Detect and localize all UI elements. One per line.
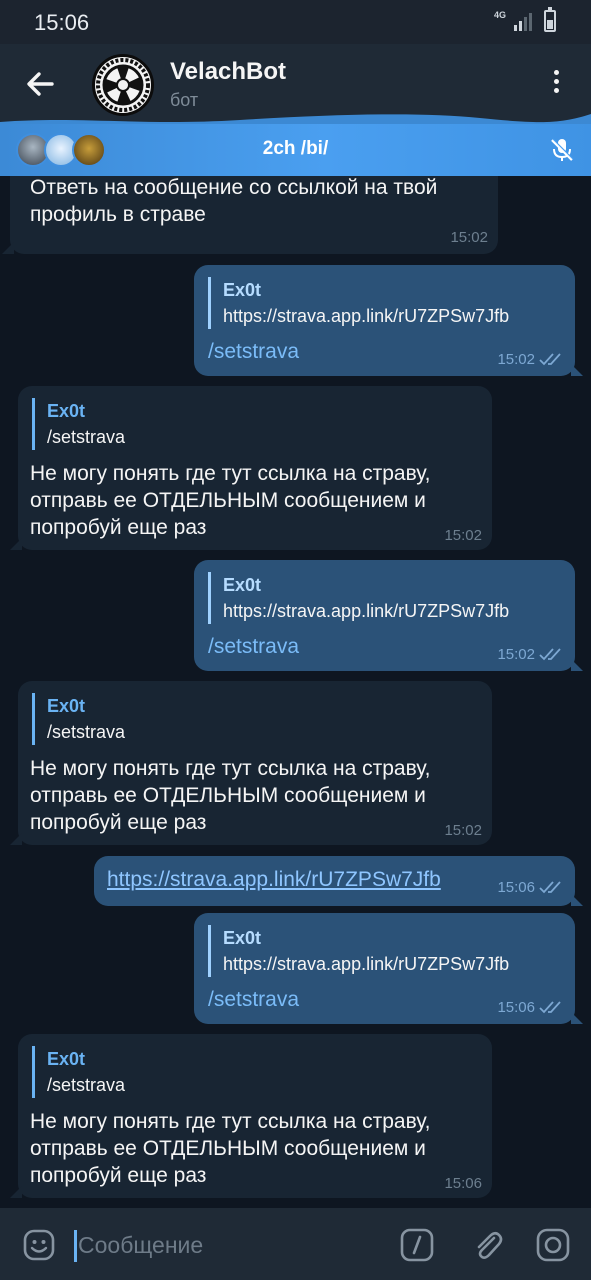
- bot-command-text[interactable]: /setstrava: [208, 635, 299, 659]
- message-line: попробуй еще раз: [30, 811, 207, 834]
- message-outgoing[interactable]: https://strava.app.link/rU7ZPSw7Jfb 15:0…: [94, 856, 583, 906]
- message-text: Не могу понять где тут ссылка на страву,…: [30, 755, 431, 836]
- reply-text: https://strava.app.link/rU7ZPSw7Jfb: [223, 601, 510, 621]
- reply-text: /setstrava: [47, 1075, 126, 1095]
- bot-command-text[interactable]: /setstrava: [208, 340, 299, 364]
- message-list[interactable]: Ответь на сообщение со ссылкой на твой п…: [0, 176, 591, 1208]
- voice-chat-bar[interactable]: 2ch /bi/: [0, 124, 591, 176]
- bot-avatar[interactable]: [92, 54, 154, 116]
- reply-author: Ex0t: [223, 575, 262, 595]
- reply-author: Ex0t: [223, 280, 262, 300]
- reply-text: https://strava.app.link/rU7ZPSw7Jfb: [223, 954, 510, 974]
- message-composer: [0, 1208, 591, 1280]
- arrow-left-icon[interactable]: [22, 66, 58, 102]
- message-outgoing[interactable]: Ex0t https://strava.app.link/rU7ZPSw7Jfb…: [194, 913, 583, 1024]
- reply-text: /setstrava: [47, 722, 126, 742]
- message-time: 15:02: [444, 822, 482, 839]
- message-input[interactable]: [78, 1232, 378, 1259]
- reply-quote[interactable]: Ex0t https://strava.app.link/rU7ZPSw7Jfb: [208, 925, 509, 977]
- message-line: отправь ее ОТДЕЛЬНЫМ сообщением и: [30, 784, 426, 807]
- text-cursor: [74, 1230, 77, 1262]
- message-incoming[interactable]: Ответь на сообщение со ссылкой на твой п…: [2, 176, 498, 254]
- message-time: 15:06: [497, 999, 535, 1016]
- chat-title[interactable]: VelachBot: [170, 58, 286, 86]
- emoji-icon[interactable]: [22, 1228, 56, 1262]
- message-time: 15:06: [444, 1175, 482, 1192]
- signal-icon: [514, 13, 532, 31]
- paperclip-icon[interactable]: [470, 1228, 504, 1262]
- reply-quote[interactable]: Ex0t https://strava.app.link/rU7ZPSw7Jfb: [208, 572, 509, 624]
- chat-header: VelachBot бот: [0, 44, 591, 128]
- message-line: Не могу понять где тут ссылка на страву,: [30, 1110, 431, 1133]
- status-time: 15:06: [34, 10, 90, 35]
- message-line: отправь ее ОТДЕЛЬНЫМ сообщением и: [30, 489, 426, 512]
- message-text: Ответь на сообщение со ссылкой на твой п…: [30, 176, 438, 226]
- message-incoming[interactable]: Ex0t /setstrava Не могу понять где тут с…: [10, 1034, 492, 1198]
- message-incoming[interactable]: Ex0t /setstrava Не могу понять где тут с…: [10, 681, 492, 845]
- reply-quote[interactable]: Ex0t /setstrava: [32, 1046, 125, 1098]
- strava-link[interactable]: https://strava.app.link/rU7ZPSw7Jfb: [107, 868, 441, 892]
- double-check-icon: [539, 881, 561, 894]
- message-time: 15:02: [444, 527, 482, 544]
- message-text: Не могу понять где тут ссылка на страву,…: [30, 1108, 431, 1189]
- more-vert-icon[interactable]: [548, 70, 564, 100]
- status-bar: 15:06 4G: [0, 0, 591, 44]
- message-time: 15:02: [450, 229, 488, 246]
- reply-quote[interactable]: Ex0t /setstrava: [32, 693, 125, 745]
- reply-author: Ex0t: [47, 1049, 86, 1069]
- message-outgoing[interactable]: Ex0t https://strava.app.link/rU7ZPSw7Jfb…: [194, 265, 583, 376]
- double-check-icon: [539, 648, 561, 661]
- battery-icon: [544, 7, 556, 32]
- message-line: попробуй еще раз: [30, 1164, 207, 1187]
- reply-author: Ex0t: [223, 928, 262, 948]
- message-time: 15:02: [497, 351, 535, 368]
- message-line: Не могу понять где тут ссылка на страву,: [30, 462, 431, 485]
- message-incoming[interactable]: Ex0t /setstrava Не могу понять где тут с…: [10, 386, 492, 550]
- slash-command-icon[interactable]: [400, 1228, 434, 1262]
- message-text: Не могу понять где тут ссылка на страву,…: [30, 460, 431, 541]
- reply-quote[interactable]: Ex0t https://strava.app.link/rU7ZPSw7Jfb: [208, 277, 509, 329]
- mic-off-icon[interactable]: [548, 136, 576, 164]
- message-time: 15:06: [497, 879, 535, 896]
- bot-command-text[interactable]: /setstrava: [208, 988, 299, 1012]
- bike-wheel-logo: [96, 58, 150, 112]
- double-check-icon: [539, 1001, 561, 1014]
- camera-icon[interactable]: [536, 1228, 570, 1262]
- message-line: отправь ее ОТДЕЛЬНЫМ сообщением и: [30, 1137, 426, 1160]
- network-type-label: 4G: [494, 10, 507, 20]
- reply-author: Ex0t: [47, 696, 86, 716]
- message-time: 15:02: [497, 646, 535, 663]
- reply-author: Ex0t: [47, 401, 86, 421]
- message-line: Не могу понять где тут ссылка на страву,: [30, 757, 431, 780]
- reply-quote[interactable]: Ex0t /setstrava: [32, 398, 125, 450]
- reply-text: https://strava.app.link/rU7ZPSw7Jfb: [223, 306, 510, 326]
- message-outgoing[interactable]: Ex0t https://strava.app.link/rU7ZPSw7Jfb…: [194, 560, 583, 671]
- reply-text: /setstrava: [47, 427, 126, 447]
- message-line: попробуй еще раз: [30, 516, 207, 539]
- double-check-icon: [539, 353, 561, 366]
- voice-chat-title: 2ch /bi/: [262, 138, 329, 159]
